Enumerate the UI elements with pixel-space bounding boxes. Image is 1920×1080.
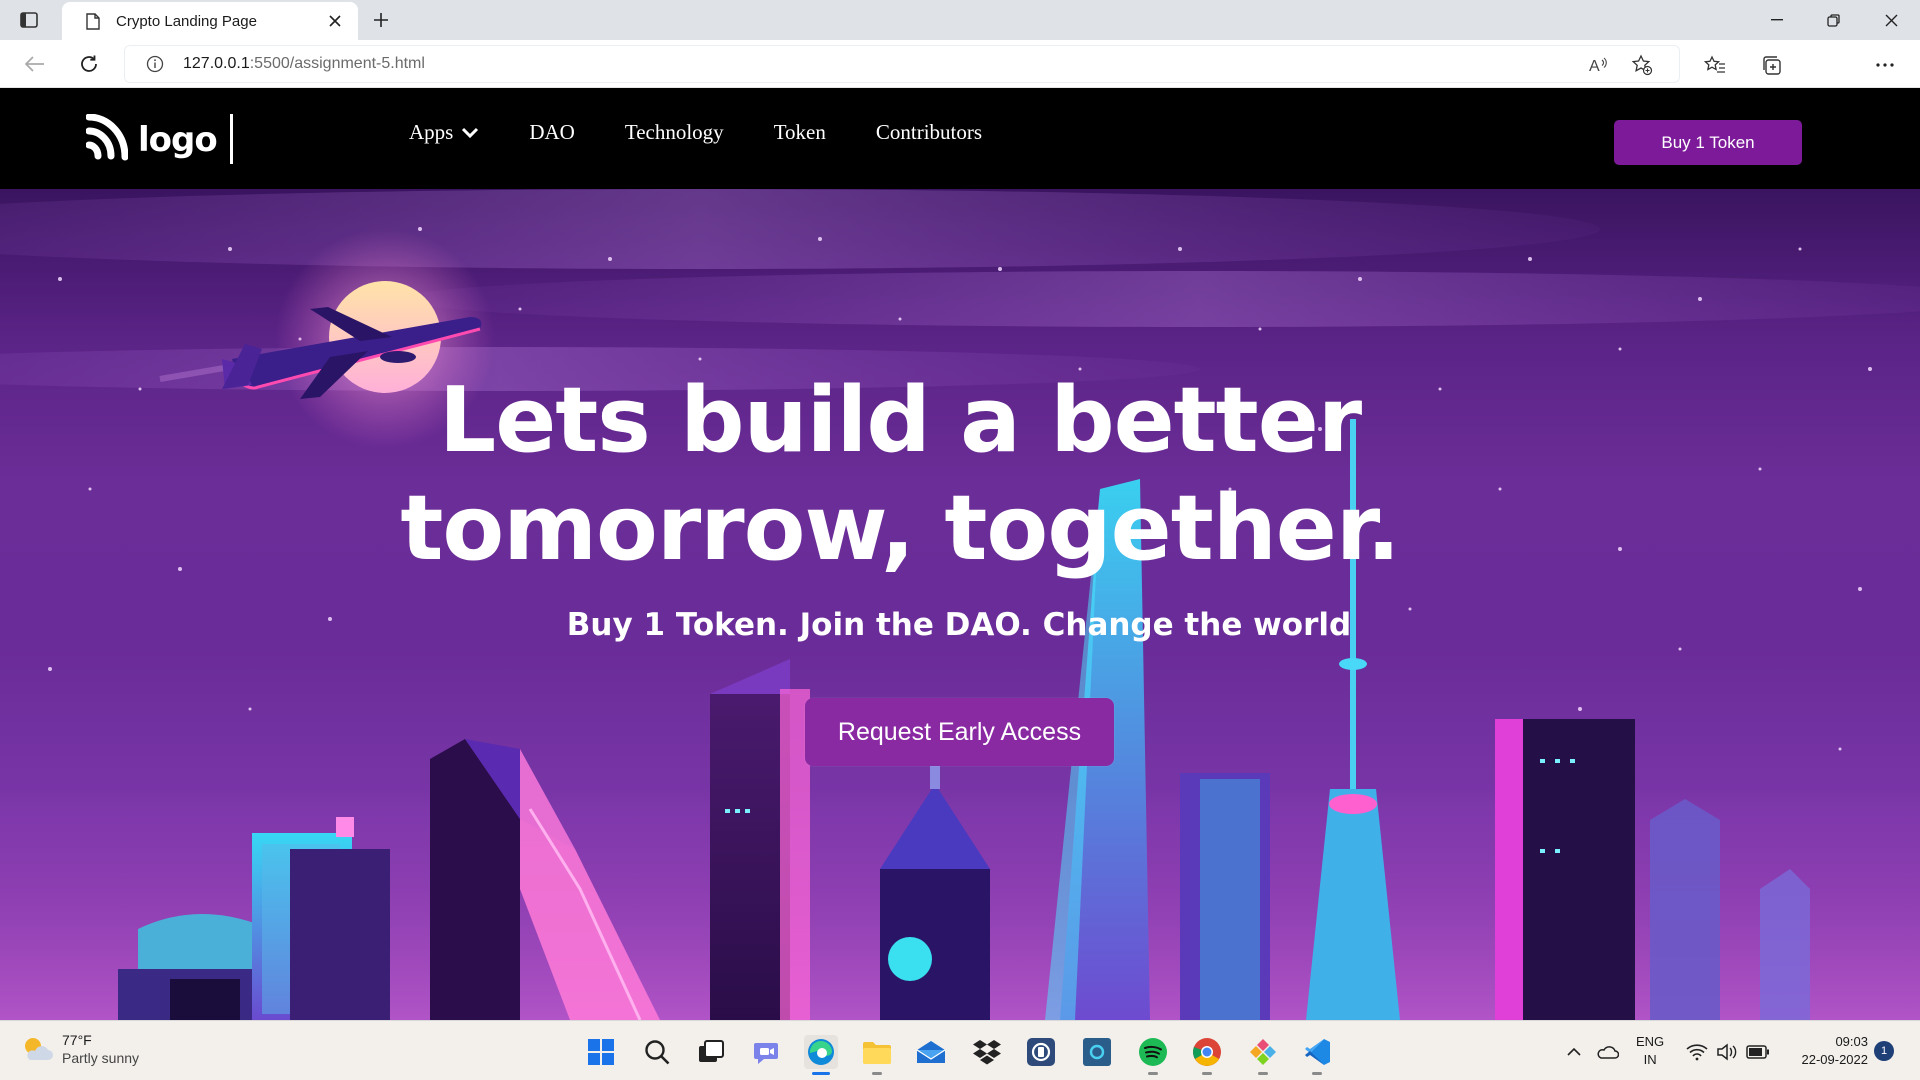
spotify-icon[interactable] xyxy=(1136,1035,1170,1075)
volume-icon[interactable] xyxy=(1714,1035,1740,1069)
running-indicator xyxy=(1258,1072,1268,1075)
hero-section: Lets build a better tomorrow, together. … xyxy=(0,189,1920,1020)
clock-date: 22-09-2022 xyxy=(1801,1052,1869,1067)
language-indicator[interactable]: ENG IN xyxy=(1636,1033,1664,1069)
running-indicator xyxy=(1202,1072,1212,1075)
logo-divider xyxy=(230,114,233,164)
collections-icon[interactable] xyxy=(1758,52,1784,78)
close-window-icon[interactable] xyxy=(1876,8,1906,32)
vscode-icon[interactable] xyxy=(1300,1035,1334,1075)
running-indicator xyxy=(872,1072,882,1075)
site-header: logo Apps DAO Technology Token Contribut… xyxy=(0,88,1920,189)
nav-link-apps-label: Apps xyxy=(409,120,454,144)
running-indicator xyxy=(1312,1072,1322,1075)
battery-icon[interactable] xyxy=(1744,1035,1772,1069)
main-nav: Apps DAO Technology Token Contributors xyxy=(409,120,1032,145)
favorites-icon[interactable] xyxy=(1702,52,1728,78)
nav-link-token[interactable]: Token xyxy=(774,120,826,145)
page-icon xyxy=(84,12,102,30)
weather-temperature: 77°F xyxy=(62,1032,92,1048)
browser-tab-strip: Crypto Landing Page xyxy=(0,0,1920,40)
region-code: IN xyxy=(1643,1052,1657,1067)
url-host: 127.0.0.1 xyxy=(183,55,250,72)
refresh-icon[interactable] xyxy=(76,51,102,77)
chrome-icon[interactable] xyxy=(1190,1035,1224,1075)
read-aloud-icon[interactable]: A xyxy=(1587,54,1609,76)
chevron-up-icon[interactable] xyxy=(1562,1035,1586,1069)
url-field[interactable]: 127.0.0.1:5500/assignment-5.html A xyxy=(124,45,1680,83)
nav-link-technology[interactable]: Technology xyxy=(625,120,724,145)
cortana-icon[interactable] xyxy=(1080,1035,1114,1069)
dropbox-icon[interactable] xyxy=(970,1035,1004,1069)
running-indicator xyxy=(1148,1072,1158,1075)
back-icon[interactable] xyxy=(22,51,48,77)
clock-time: 09:03 xyxy=(1835,1034,1868,1049)
search-icon[interactable] xyxy=(640,1035,674,1069)
site-logo[interactable]: logo xyxy=(86,114,218,166)
notification-badge[interactable]: 1 xyxy=(1874,1041,1894,1061)
file-explorer-icon[interactable] xyxy=(860,1035,894,1075)
address-bar-row: 127.0.0.1:5500/assignment-5.html A xyxy=(0,40,1920,118)
nav-link-contributors[interactable]: Contributors xyxy=(876,120,982,145)
hero-background-illustration xyxy=(0,189,1920,1020)
svg-text:A: A xyxy=(1589,58,1600,75)
close-tab-icon[interactable] xyxy=(324,10,346,32)
git-tool-icon[interactable] xyxy=(1246,1035,1280,1075)
windows-start-icon[interactable] xyxy=(584,1035,618,1069)
url-path: :5500/assignment-5.html xyxy=(249,55,425,72)
more-options-icon[interactable] xyxy=(1872,52,1898,78)
logo-text: logo xyxy=(138,120,218,160)
browser-tab[interactable]: Crypto Landing Page xyxy=(62,2,358,40)
hero-title-line-2: tomorrow, together. xyxy=(400,476,1400,581)
edge-browser-icon[interactable] xyxy=(804,1035,838,1075)
hero-title-line-1: Lets build a better xyxy=(438,368,1362,473)
weather-description: Partly sunny xyxy=(62,1050,140,1066)
tab-actions-icon[interactable] xyxy=(18,10,40,30)
teams-chat-icon[interactable] xyxy=(750,1035,784,1069)
buy-token-button[interactable]: Buy 1 Token xyxy=(1614,120,1802,165)
nav-link-apps[interactable]: Apps xyxy=(409,120,479,145)
url-text: 127.0.0.1:5500/assignment-5.html xyxy=(183,55,425,73)
generic-app-icon[interactable] xyxy=(1024,1035,1058,1069)
hero-title: Lets build a better tomorrow, together. xyxy=(0,367,1800,583)
active-indicator xyxy=(812,1072,830,1075)
system-clock[interactable]: 09:03 22-09-2022 xyxy=(1788,1033,1869,1069)
nav-link-dao[interactable]: DAO xyxy=(529,120,575,145)
minimize-icon[interactable] xyxy=(1762,8,1792,32)
logo-icon xyxy=(86,114,128,161)
weather-widget[interactable]: 77°F Partly sunny xyxy=(20,1031,139,1067)
add-favorite-icon[interactable] xyxy=(1631,54,1653,76)
mail-icon[interactable] xyxy=(914,1035,948,1069)
language-code: ENG xyxy=(1636,1034,1665,1049)
restore-icon[interactable] xyxy=(1818,8,1848,32)
new-tab-icon[interactable] xyxy=(368,8,394,32)
task-view-icon[interactable] xyxy=(694,1035,728,1069)
tab-title: Crypto Landing Page xyxy=(116,12,257,30)
hero-subtitle: Buy 1 Token. Join the DAO. Change the wo… xyxy=(566,607,1352,643)
site-info-icon[interactable] xyxy=(145,54,165,74)
onedrive-cloud-icon[interactable] xyxy=(1594,1035,1620,1069)
request-early-access-button[interactable]: Request Early Access xyxy=(805,698,1114,766)
wifi-icon[interactable] xyxy=(1684,1035,1710,1069)
chevron-down-icon xyxy=(461,127,479,139)
partly-sunny-icon xyxy=(25,1038,53,1060)
windows-taskbar: 77°F Partly sunny ENG IN 09:03 22-09-202… xyxy=(0,1020,1920,1080)
